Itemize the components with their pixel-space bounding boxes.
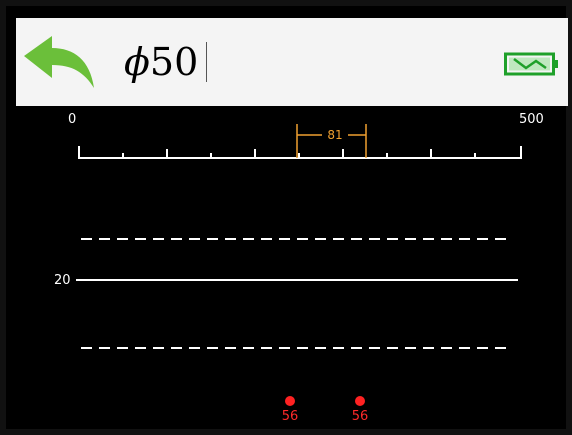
defect-marker[interactable] (355, 396, 365, 406)
battery-charging-icon (504, 52, 560, 76)
back-button[interactable] (22, 34, 98, 90)
defect-marker[interactable] (285, 396, 295, 406)
scale-min-label: 0 (68, 112, 77, 127)
measurement-label: 81 (324, 128, 346, 142)
device-screen: ϕ50 0 500 81 20 56 56 (0, 0, 572, 435)
back-arrow-icon (24, 36, 94, 88)
profile-view[interactable]: 0 500 81 20 56 56 (16, 106, 568, 431)
diameter-symbol: ϕ (124, 40, 150, 84)
baseline-label: 20 (54, 273, 71, 288)
defect-marker-label: 56 (281, 409, 299, 424)
diameter-number: 50 (149, 40, 199, 84)
text-cursor (206, 42, 207, 82)
header-bar: ϕ50 (16, 18, 568, 106)
diameter-value[interactable]: ϕ50 (124, 40, 198, 84)
defect-marker-label: 56 (351, 409, 369, 424)
scale-max-label: 500 (519, 112, 544, 127)
scale-and-lines (76, 124, 522, 349)
ruler-scale (78, 146, 522, 159)
